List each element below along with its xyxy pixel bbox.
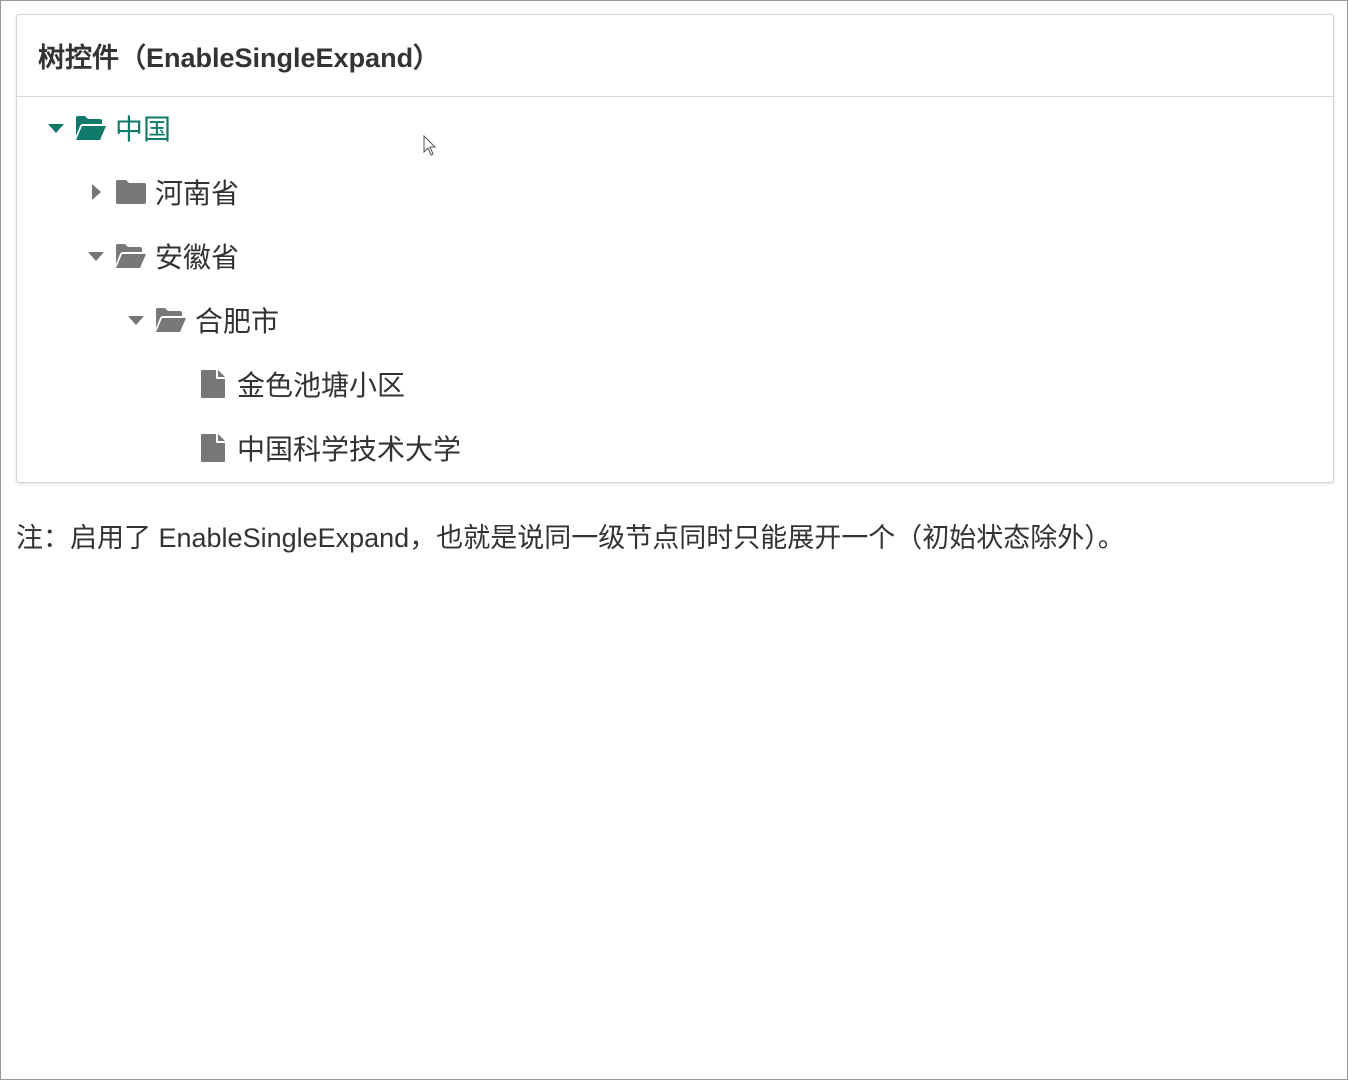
tree-node-label: 金色池塘小区: [237, 370, 406, 401]
caret-down-icon[interactable]: [47, 119, 65, 137]
tree-node-hefei[interactable]: 合肥市: [127, 300, 279, 340]
tree-node-label: 中国科学技术大学: [237, 434, 462, 465]
file-icon: [201, 370, 229, 398]
tree-node-china[interactable]: 中国: [47, 108, 171, 148]
caret-right-icon[interactable]: [87, 183, 105, 201]
caret-down-icon[interactable]: [87, 247, 105, 265]
folder-icon: [115, 178, 147, 206]
note-text: 注：启用了 EnableSingleExpand，也就是说同一级节点同时只能展开…: [16, 523, 1125, 553]
caret-down-icon[interactable]: [127, 311, 145, 329]
tree-node-leaf-ustc[interactable]: 中国科学技术大学: [201, 428, 461, 468]
tree-node-label: 安徽省: [155, 242, 240, 273]
folder-open-icon: [155, 306, 187, 334]
tree-node-leaf-jinse[interactable]: 金色池塘小区: [201, 364, 405, 404]
folder-open-icon: [75, 114, 107, 142]
tree-node-label: 合肥市: [195, 306, 280, 337]
panel-title: 树控件（EnableSingleExpand）: [17, 15, 1333, 97]
tree-panel: 树控件（EnableSingleExpand） 中国 河南省 安徽省 合肥市 金…: [16, 14, 1334, 483]
file-icon: [201, 434, 229, 462]
page-frame: 树控件（EnableSingleExpand） 中国 河南省 安徽省 合肥市 金…: [0, 0, 1348, 1080]
tree-node-label: 中国: [115, 114, 172, 145]
mouse-cursor-icon: [423, 135, 437, 156]
tree-node-henan[interactable]: 河南省: [87, 172, 239, 212]
tree-node-label: 河南省: [155, 178, 240, 209]
tree-node-anhui[interactable]: 安徽省: [87, 236, 239, 276]
folder-open-icon: [115, 242, 147, 270]
